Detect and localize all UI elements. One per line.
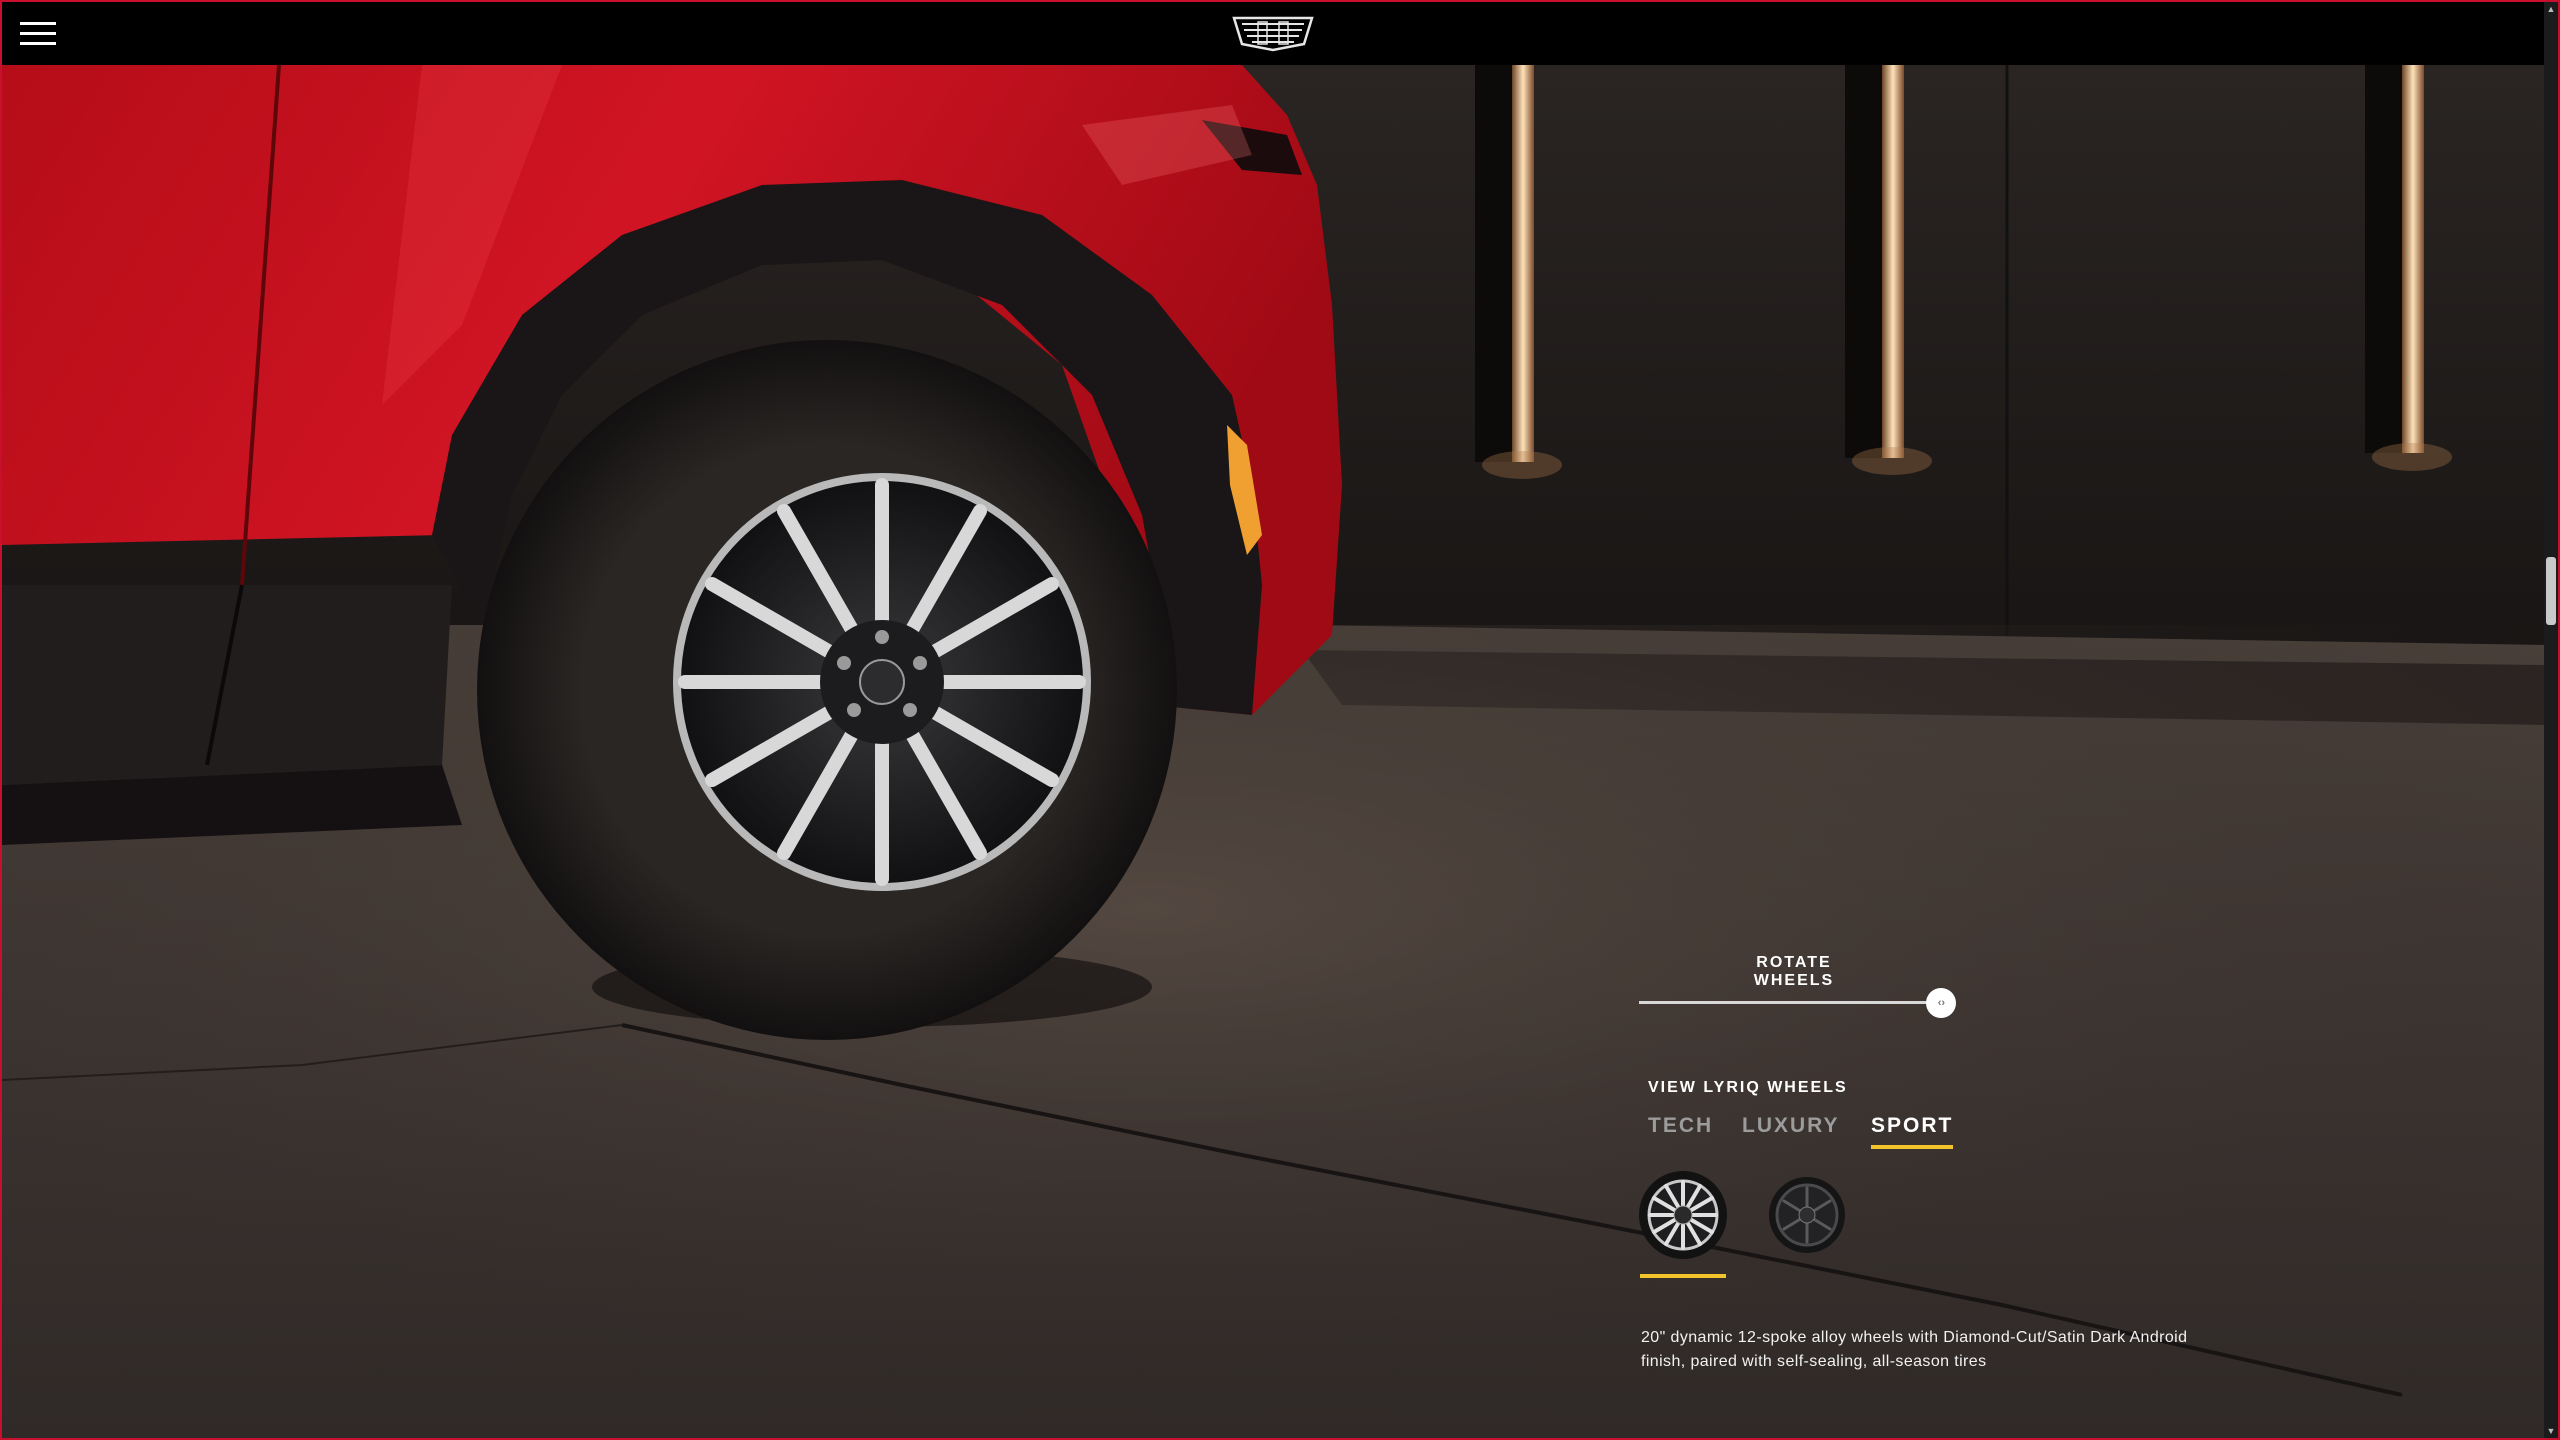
- tab-sport[interactable]: SPORT: [1871, 1114, 1954, 1149]
- rotate-wheels-slider-track[interactable]: [1639, 1001, 1954, 1004]
- wheel-swatch-dark[interactable]: [1768, 1176, 1846, 1254]
- hero-scene: [2, 65, 2546, 1438]
- scroll-down-arrow-icon[interactable]: ▼: [2546, 1426, 2556, 1436]
- scroll-up-arrow-icon[interactable]: ▲: [2546, 4, 2556, 14]
- selected-swatch-indicator: [1640, 1274, 1726, 1278]
- page-scrollbar[interactable]: ▲ ▼: [2544, 2, 2558, 1438]
- car-wheel-scene: [2, 65, 2546, 1438]
- browser-frame: ROTATE WHEELS ‹› VIEW LYRIQ WHEELS TECH …: [0, 0, 2560, 1440]
- hamburger-menu-icon[interactable]: [20, 22, 56, 46]
- wheel-graphic: [477, 340, 1177, 1040]
- wheel-swatch-12-spoke[interactable]: [1638, 1170, 1728, 1260]
- wheel-description: 20" dynamic 12-spoke alloy wheels with D…: [1641, 1329, 2188, 1370]
- view-wheels-title: VIEW LYRIQ WHEELS: [1648, 1079, 1848, 1096]
- top-nav-bar: [2, 2, 2558, 65]
- tab-tech[interactable]: TECH: [1648, 1114, 1713, 1138]
- scrollbar-thumb[interactable]: [2546, 557, 2556, 625]
- cadillac-logo[interactable]: [1230, 14, 1316, 52]
- tab-luxury[interactable]: LUXURY: [1742, 1114, 1840, 1138]
- rotate-wheels-title: ROTATE WHEELS: [1753, 954, 1835, 989]
